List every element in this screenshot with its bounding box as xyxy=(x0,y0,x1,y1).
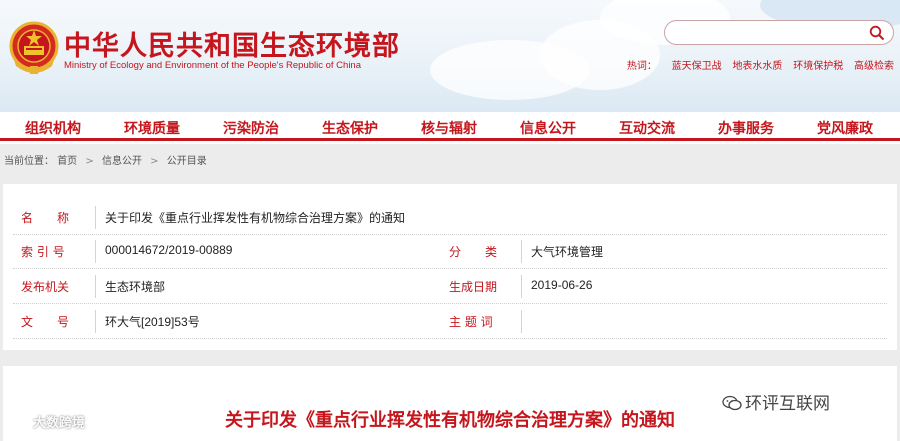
meta-row-issuer: 发布机关 生态环境部 生成日期 2019-06-26 xyxy=(13,269,887,304)
watermark-right-text: 环评互联网 xyxy=(745,394,830,414)
document-metadata: 名 称 关于印发《重点行业挥发性有机物综合治理方案》的通知 索 引 号 0000… xyxy=(3,184,897,350)
divider xyxy=(521,275,522,298)
hot-link-advanced-search[interactable]: 高级检索 xyxy=(854,61,894,72)
meta-value-date: 2019-06-26 xyxy=(531,278,593,292)
meta-label-date: 生成日期 xyxy=(449,280,498,294)
divider xyxy=(521,310,522,333)
watermark-left: 大数跨境 xyxy=(3,412,86,431)
meta-label-category: 分 类 xyxy=(449,245,498,259)
nav-item-eco-protection[interactable]: 生态保护 xyxy=(322,118,378,138)
meta-value-category: 大气环境管理 xyxy=(531,245,604,259)
divider xyxy=(95,275,96,298)
meta-value-index: 000014672/2019-00889 xyxy=(105,243,233,257)
breadcrumb-info-disclosure[interactable]: 信息公开 xyxy=(102,156,142,167)
wechat-icon xyxy=(722,395,742,411)
search-icon[interactable] xyxy=(869,25,885,41)
search-input[interactable] xyxy=(675,24,861,41)
divider xyxy=(95,206,96,229)
watermark-right: 环评互联网 xyxy=(722,389,830,414)
hot-link-surface-water[interactable]: 地表水水质 xyxy=(732,61,782,72)
hot-links-label: 热词： xyxy=(626,61,657,72)
meta-value-name: 关于印发《重点行业挥发性有机物综合治理方案》的通知 xyxy=(105,211,406,225)
site-header: 中华人民共和国生态环境部 Ministry of Ecology and Env… xyxy=(0,0,900,112)
breadcrumb-home[interactable]: 首页 xyxy=(57,156,77,167)
meta-label-subject: 主 题 词 xyxy=(449,315,493,329)
hot-link-blue-sky[interactable]: 蓝天保卫战 xyxy=(672,61,722,72)
meta-label-docno: 文 号 xyxy=(21,315,70,329)
breadcrumb-separator: > xyxy=(150,156,159,167)
breadcrumb: 当前位置： 首页 > 信息公开 > 公开目录 xyxy=(4,152,207,167)
site-subtitle: Ministry of Ecology and Environment of t… xyxy=(64,60,362,71)
divider xyxy=(95,240,96,263)
divider xyxy=(521,240,522,263)
nav-item-env-quality[interactable]: 环境质量 xyxy=(124,118,180,138)
search-box[interactable] xyxy=(664,20,894,45)
meta-row-name: 名 称 关于印发《重点行业挥发性有机物综合治理方案》的通知 xyxy=(13,200,887,235)
meta-value-issuer: 生态环境部 xyxy=(105,280,166,294)
nav-item-info-disclosure[interactable]: 信息公开 xyxy=(520,118,576,138)
meta-row-index: 索 引 号 000014672/2019-00889 分 类 大气环境管理 xyxy=(13,234,887,269)
site-title[interactable]: 中华人民共和国生态环境部 xyxy=(64,24,400,63)
meta-row-docno: 文 号 环大气[2019]53号 主 题 词 xyxy=(13,304,887,339)
meta-label-index: 索 引 号 xyxy=(21,245,65,259)
watermark-logo-icon xyxy=(3,415,30,429)
breadcrumb-catalog[interactable]: 公开目录 xyxy=(167,156,207,167)
meta-label-issuer: 发布机关 xyxy=(21,280,70,294)
meta-label-name: 名 称 xyxy=(21,211,70,225)
nav-item-pollution[interactable]: 污染防治 xyxy=(223,118,279,138)
national-emblem-icon[interactable] xyxy=(8,20,60,76)
nav-item-integrity[interactable]: 党风廉政 xyxy=(817,118,873,138)
hot-links: 热词： 蓝天保卫战 地表水水质 环境保护税 高级检索 xyxy=(627,57,894,72)
watermark-left-text: 大数跨境 xyxy=(33,416,86,431)
nav-divider xyxy=(0,138,900,141)
breadcrumb-prefix: 当前位置： xyxy=(4,156,54,167)
divider xyxy=(95,310,96,333)
meta-value-docno: 环大气[2019]53号 xyxy=(105,315,200,329)
breadcrumb-separator: > xyxy=(85,156,94,167)
hot-link-env-tax[interactable]: 环境保护税 xyxy=(793,61,843,72)
nav-item-services[interactable]: 办事服务 xyxy=(718,118,774,138)
nav-item-organization[interactable]: 组织机构 xyxy=(25,118,81,138)
nav-item-interaction[interactable]: 互动交流 xyxy=(619,118,675,138)
nav-item-nuclear[interactable]: 核与辐射 xyxy=(421,118,477,138)
